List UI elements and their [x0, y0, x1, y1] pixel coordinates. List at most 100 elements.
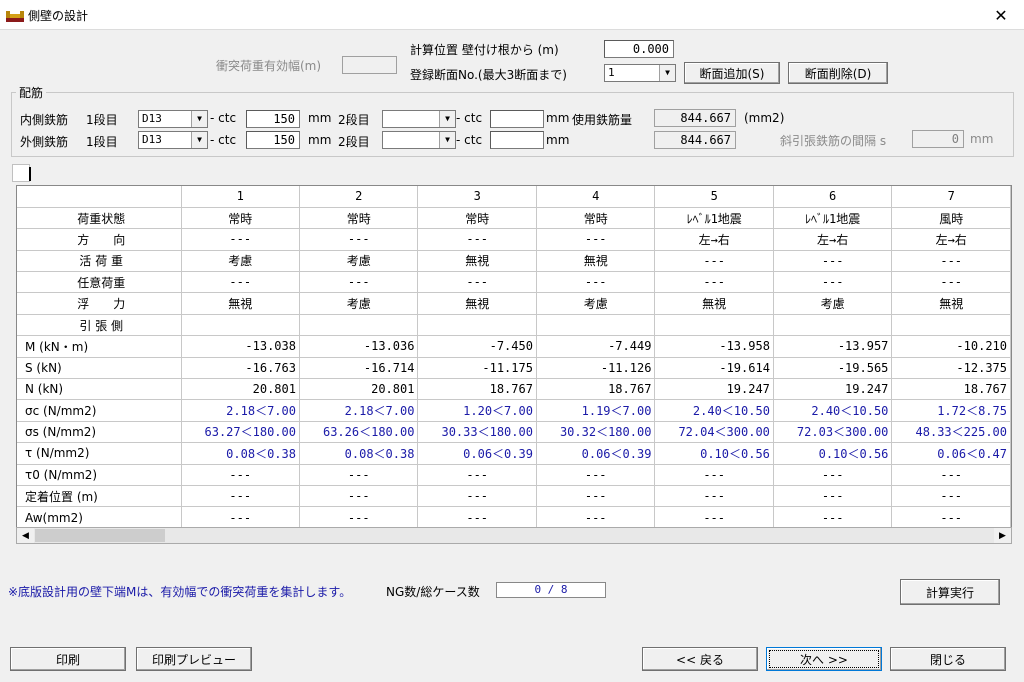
grid-cell[interactable]: 63.26＜180.00 — [299, 421, 419, 444]
grid-column-header[interactable]: 6 — [773, 186, 893, 208]
diag-spacing-input[interactable]: 0 — [912, 130, 964, 148]
grid-cell[interactable]: 2.40＜10.50 — [654, 399, 774, 422]
grid-cell[interactable]: --- — [417, 228, 537, 251]
grid-cell[interactable]: 考慮 — [299, 292, 419, 315]
grid-cell[interactable]: --- — [773, 250, 893, 273]
grid-cell[interactable]: --- — [181, 506, 300, 529]
scroll-thumb[interactable] — [35, 529, 165, 542]
impact-width-input[interactable] — [342, 56, 397, 74]
grid-cell[interactable]: 0.06＜0.47 — [891, 442, 1011, 465]
grid-cell[interactable]: --- — [536, 506, 656, 529]
grid-column-header[interactable]: 3 — [417, 186, 537, 208]
grid-cell[interactable]: --- — [181, 271, 300, 294]
grid-cell[interactable]: --- — [417, 506, 537, 529]
grid-cell[interactable]: 0.10＜0.56 — [654, 442, 774, 465]
grid-cell[interactable]: -13.958 — [654, 335, 774, 358]
grid-cell[interactable]: --- — [773, 271, 893, 294]
grid-cell[interactable]: -12.375 — [891, 357, 1011, 380]
grid-cell[interactable]: 18.767 — [417, 378, 537, 401]
grid-cell[interactable] — [891, 314, 1011, 337]
grid-cell[interactable]: --- — [536, 464, 656, 486]
grid-cell[interactable]: 左→右 — [654, 228, 774, 251]
grid-cell[interactable]: -10.210 — [891, 335, 1011, 358]
grid-cell[interactable]: 48.33＜225.00 — [891, 421, 1011, 444]
grid-cell[interactable]: -16.763 — [181, 357, 300, 380]
grid-cell[interactable]: --- — [891, 464, 1011, 486]
close-button[interactable]: 閉じる — [890, 647, 1006, 671]
grid-cell[interactable]: 考慮 — [299, 250, 419, 273]
grid-cell[interactable]: --- — [773, 464, 893, 486]
inner-stage2-select[interactable]: ▼ — [382, 110, 456, 128]
grid-cell[interactable]: 0.06＜0.39 — [417, 442, 537, 465]
grid-cell[interactable]: 2.40＜10.50 — [773, 399, 893, 422]
grid-cell[interactable]: -19.614 — [654, 357, 774, 380]
print-preview-button[interactable]: 印刷プレビュー — [136, 647, 252, 671]
grid-cell[interactable]: -13.036 — [299, 335, 419, 358]
grid-cell[interactable]: --- — [536, 228, 656, 251]
grid-cell[interactable]: --- — [891, 485, 1011, 508]
scroll-left-icon[interactable]: ◀ — [17, 528, 34, 543]
horizontal-scrollbar[interactable]: ◀ ▶ — [16, 527, 1012, 544]
grid-column-header[interactable]: 1 — [181, 186, 300, 208]
grid-cell[interactable]: 1.19＜7.00 — [536, 399, 656, 422]
inner-ctc-input[interactable]: 150 — [246, 110, 300, 128]
grid-cell[interactable]: --- — [891, 271, 1011, 294]
grid-cell[interactable]: 常時 — [417, 207, 537, 230]
grid-cell[interactable]: 0.06＜0.39 — [536, 442, 656, 465]
grid-cell[interactable] — [181, 314, 300, 337]
add-section-button[interactable]: 断面追加(S) — [684, 62, 780, 84]
grid-cell[interactable]: 30.32＜180.00 — [536, 421, 656, 444]
calc-run-button[interactable]: 計算実行 — [900, 579, 1000, 605]
calc-position-input[interactable]: 0.000 — [604, 40, 674, 58]
grid-cell[interactable]: 20.801 — [181, 378, 300, 401]
grid-cell[interactable]: -13.957 — [773, 335, 893, 358]
back-button[interactable]: << 戻る — [642, 647, 758, 671]
outer-ctc-input[interactable]: 150 — [246, 131, 300, 149]
next-button[interactable]: 次へ >> — [766, 647, 882, 671]
grid-cell[interactable]: --- — [654, 250, 774, 273]
grid-cell[interactable]: -7.449 — [536, 335, 656, 358]
grid-cell[interactable]: 考慮 — [181, 250, 300, 273]
grid-cell[interactable]: --- — [299, 464, 419, 486]
grid-column-header[interactable]: 5 — [654, 186, 774, 208]
grid-cell[interactable]: --- — [181, 228, 300, 251]
grid-cell[interactable]: --- — [299, 485, 419, 508]
grid-cell[interactable]: 20.801 — [299, 378, 419, 401]
grid-cell[interactable]: --- — [536, 485, 656, 508]
grid-cell[interactable]: 0.08＜0.38 — [299, 442, 419, 465]
grid-cell[interactable]: -7.450 — [417, 335, 537, 358]
grid-cell[interactable]: 無視 — [654, 292, 774, 315]
grid-column-header[interactable]: 7 — [891, 186, 1011, 208]
grid-cell[interactable]: 2.18＜7.00 — [181, 399, 300, 422]
grid-cell[interactable]: -16.714 — [299, 357, 419, 380]
grid-cell[interactable]: --- — [654, 271, 774, 294]
outer-stage2-ctc-input[interactable] — [490, 131, 544, 149]
grid-cell[interactable]: --- — [773, 506, 893, 529]
outer-bar-select[interactable]: D13 ▼ — [138, 131, 208, 149]
grid-cell[interactable]: --- — [891, 506, 1011, 529]
grid-cell[interactable]: 30.33＜180.00 — [417, 421, 537, 444]
inner-bar-select[interactable]: D13 ▼ — [138, 110, 208, 128]
inner-stage2-ctc-input[interactable] — [490, 110, 544, 128]
grid-cell[interactable]: --- — [417, 464, 537, 486]
grid-cell[interactable]: 18.767 — [891, 378, 1011, 401]
grid-cell[interactable]: 無視 — [536, 250, 656, 273]
print-button[interactable]: 印刷 — [10, 647, 126, 671]
grid-cell[interactable]: --- — [299, 506, 419, 529]
grid-cell[interactable] — [773, 314, 893, 337]
grid-cell[interactable]: 72.04＜300.00 — [654, 421, 774, 444]
grid-cell[interactable]: ﾚﾍﾞﾙ1地震 — [654, 207, 774, 230]
grid-cell[interactable] — [417, 314, 537, 337]
grid-cell[interactable]: -11.126 — [536, 357, 656, 380]
grid-cell[interactable]: 63.27＜180.00 — [181, 421, 300, 444]
grid-column-header[interactable]: 4 — [536, 186, 656, 208]
grid-cell[interactable]: 考慮 — [773, 292, 893, 315]
section-no-select[interactable]: 1 ▼ — [604, 64, 676, 82]
grid-cell[interactable] — [299, 314, 419, 337]
grid-cell[interactable]: 考慮 — [536, 292, 656, 315]
grid-cell[interactable]: --- — [773, 485, 893, 508]
grid-cell[interactable]: 1.20＜7.00 — [417, 399, 537, 422]
results-grid[interactable]: 1 2 3 4 5 6 7 荷重状態 常時 常時 常時 常時 ﾚﾍﾞﾙ1地震 ﾚﾍﾞﾙ1地震 風時方 向 --… — [16, 185, 1012, 530]
grid-cell[interactable]: 0.08＜0.38 — [181, 442, 300, 465]
delete-section-button[interactable]: 断面削除(D) — [788, 62, 888, 84]
